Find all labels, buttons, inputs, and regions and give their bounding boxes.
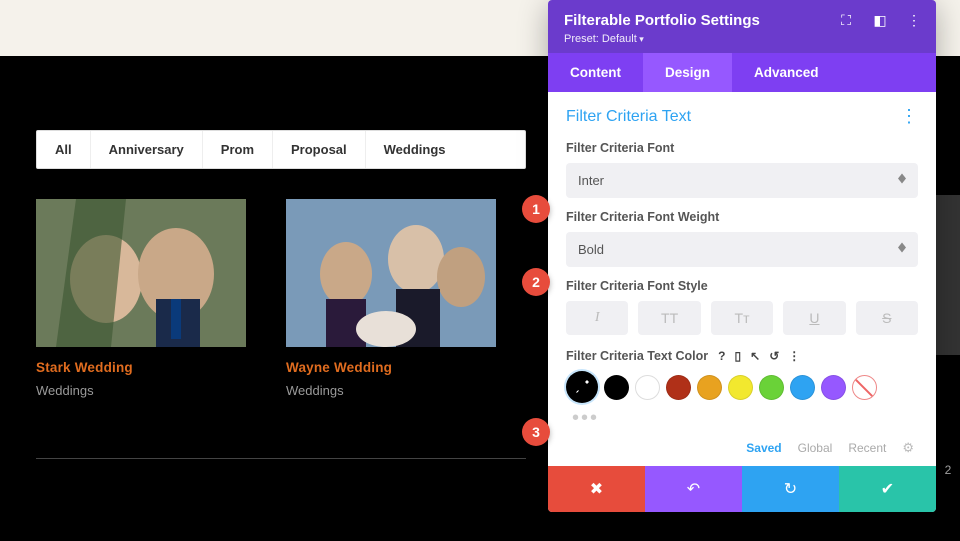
color-swatch-none[interactable] <box>852 375 877 400</box>
expand-icon[interactable]: ⛶ <box>838 12 854 28</box>
more-icon[interactable]: ⋮ <box>788 349 800 363</box>
annotation-1: 1 <box>522 195 550 223</box>
panel-tabs: Content Design Advanced <box>548 53 936 92</box>
annotation-3: 3 <box>522 418 550 446</box>
filter-tab-anniversary[interactable]: Anniversary <box>91 131 203 168</box>
portfolio-item-category: Weddings <box>36 383 246 398</box>
font-label: Filter Criteria Font <box>566 141 918 155</box>
mobile-icon[interactable]: ▯ <box>735 349 742 363</box>
eyedropper-button[interactable] <box>566 371 598 403</box>
filter-tab-proposal[interactable]: Proposal <box>273 131 366 168</box>
settings-panel: Filterable Portfolio Settings Preset: De… <box>548 0 936 512</box>
portfolio-thumbnail <box>36 199 246 347</box>
filter-tab-weddings[interactable]: Weddings <box>366 131 464 168</box>
font-select[interactable]: Inter <box>566 163 918 198</box>
portfolio-module: All Anniversary Prom Proposal Weddings S… <box>36 130 526 459</box>
palette-settings-icon[interactable]: ⚙ <box>902 440 914 456</box>
hover-icon[interactable]: ↖ <box>750 349 760 363</box>
help-icon[interactable]: ? <box>718 349 725 363</box>
underline-button[interactable]: U <box>783 301 845 335</box>
menu-icon[interactable]: ⋮ <box>906 12 922 28</box>
color-swatch-green[interactable] <box>759 375 784 400</box>
palette-tabs: Saved Global Recent ⚙ <box>566 440 918 456</box>
dock-icon[interactable]: ◧ <box>872 12 888 28</box>
undo-button[interactable]: ↶ <box>645 466 742 512</box>
color-swatch-purple[interactable] <box>821 375 846 400</box>
reset-icon[interactable]: ↺ <box>769 349 779 363</box>
weight-select[interactable]: Bold <box>566 232 918 267</box>
panel-footer: ✖ ↶ ↻ ✔ <box>548 466 936 512</box>
palette-recent[interactable]: Recent <box>848 441 886 455</box>
font-style-buttons: I TT Tт U S <box>566 301 918 335</box>
panel-body: Filter Criteria Text ⋮ Filter Criteria F… <box>548 92 936 466</box>
uppercase-button[interactable]: TT <box>638 301 700 335</box>
palette-global[interactable]: Global <box>798 441 833 455</box>
divider <box>36 458 526 459</box>
more-colors-icon[interactable]: ••• <box>572 407 918 430</box>
italic-button[interactable]: I <box>566 301 628 335</box>
color-swatch-black[interactable] <box>604 375 629 400</box>
color-swatch-blue[interactable] <box>790 375 815 400</box>
preset-dropdown[interactable]: Preset: Default <box>564 33 920 45</box>
panel-header: Filterable Portfolio Settings Preset: De… <box>548 0 936 53</box>
color-swatch-orange[interactable] <box>697 375 722 400</box>
tab-advanced[interactable]: Advanced <box>732 53 841 92</box>
color-swatch-yellow[interactable] <box>728 375 753 400</box>
annotation-2: 2 <box>522 268 550 296</box>
style-label: Filter Criteria Font Style <box>566 279 918 293</box>
section-title[interactable]: Filter Criteria Text ⋮ <box>566 106 918 127</box>
save-button[interactable]: ✔ <box>839 466 936 512</box>
capitalize-button[interactable]: Tт <box>711 301 773 335</box>
tab-content[interactable]: Content <box>548 53 643 92</box>
filter-bar: All Anniversary Prom Proposal Weddings <box>36 130 526 169</box>
color-swatch-white[interactable] <box>635 375 660 400</box>
portfolio-thumbnail <box>286 199 496 347</box>
filter-tab-all[interactable]: All <box>37 131 91 168</box>
portfolio-item[interactable]: Wayne Wedding Weddings <box>286 199 496 398</box>
weight-label: Filter Criteria Font Weight <box>566 210 918 224</box>
color-swatch-red[interactable] <box>666 375 691 400</box>
portfolio-item-title: Wayne Wedding <box>286 360 496 375</box>
strikethrough-button[interactable]: S <box>856 301 918 335</box>
palette-saved[interactable]: Saved <box>746 441 781 455</box>
color-label: Filter Criteria Text Color ? ▯ ↖ ↺ ⋮ <box>566 349 918 363</box>
cancel-button[interactable]: ✖ <box>548 466 645 512</box>
portfolio-item-title: Stark Wedding <box>36 360 246 375</box>
filter-tab-prom[interactable]: Prom <box>203 131 273 168</box>
section-menu-icon[interactable]: ⋮ <box>900 106 918 127</box>
redo-button[interactable]: ↻ <box>742 466 839 512</box>
portfolio-grid: Stark Wedding Weddings Wayne Wedding Wed… <box>36 199 526 398</box>
portfolio-item[interactable]: Stark Wedding Weddings <box>36 199 246 398</box>
cropped-image-right <box>936 195 960 355</box>
color-swatches <box>566 371 918 403</box>
portfolio-item-category: Weddings <box>286 383 496 398</box>
page-indicator: 2 <box>936 460 960 480</box>
tab-design[interactable]: Design <box>643 53 732 92</box>
